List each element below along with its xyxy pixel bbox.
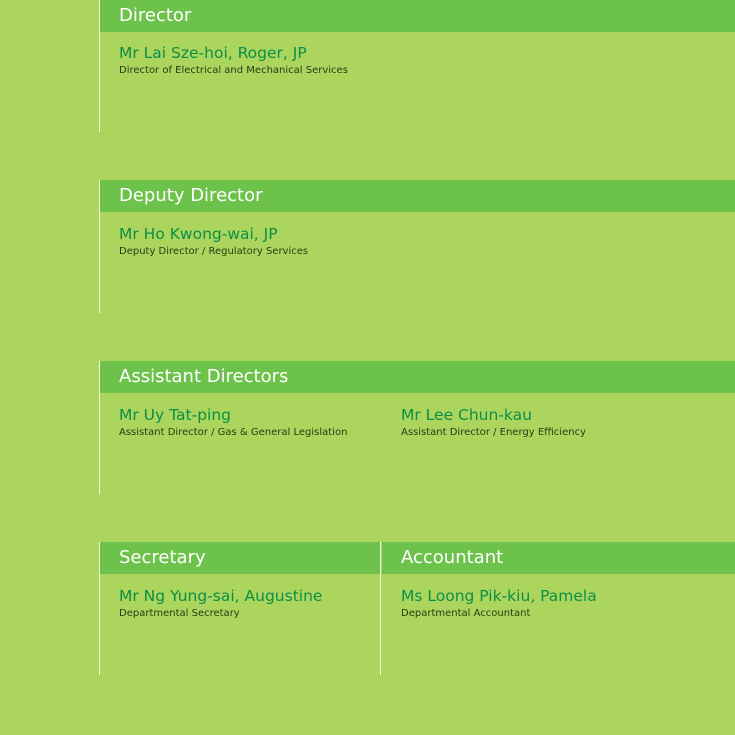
deputy-director-name: Mr Ho Kwong-wai, JP — [119, 225, 278, 243]
assistant-director-person-1: Mr Uy Tat-ping Assistant Director / Gas … — [119, 405, 347, 440]
accountant-role: Departmental Accountant — [401, 608, 531, 619]
assistant-director-name-1: Mr Uy Tat-ping — [119, 406, 231, 424]
deputy-director-section: Deputy Director Mr Ho Kwong-wai, JP Depu… — [0, 180, 735, 315]
assistant-director-role-1: Assistant Director / Gas & General Legis… — [119, 427, 348, 438]
deputy-director-divider-line — [99, 180, 100, 313]
accountant-heading: Accountant — [401, 547, 504, 568]
secretary-role: Departmental Secretary — [119, 608, 240, 619]
director-name: Mr Lai Sze-hoi, Roger, JP — [119, 44, 307, 62]
secretary-heading: Secretary — [119, 547, 206, 568]
director-header-bar: Director — [100, 0, 735, 32]
assistant-directors-divider-line — [99, 361, 100, 494]
deputy-director-role: Deputy Director / Regulatory Services — [119, 246, 309, 257]
deputy-director-heading: Deputy Director — [119, 185, 263, 206]
secretary-person: Mr Ng Yung-sai, Augustine Departmental S… — [119, 586, 322, 621]
director-person: Mr Lai Sze-hoi, Roger, JP Director of El… — [119, 43, 348, 78]
assistant-directors-header-bar: Assistant Directors — [100, 361, 735, 393]
director-heading: Director — [119, 5, 192, 26]
assistant-director-role-2: Assistant Director / Energy Efficiency — [401, 427, 586, 438]
assistant-directors-section: Assistant Directors Mr Uy Tat-ping Assis… — [0, 361, 735, 496]
deputy-director-person: Mr Ho Kwong-wai, JP Deputy Director / Re… — [119, 224, 308, 259]
secretary-header-bar: Secretary — [100, 542, 380, 574]
secretary-accountant-section: Secretary Accountant Mr Ng Yung-sai, Aug… — [0, 542, 735, 677]
director-divider-line — [99, 0, 100, 132]
assistant-director-person-2: Mr Lee Chun-kau Assistant Director / Ene… — [401, 405, 586, 440]
secretary-name: Mr Ng Yung-sai, Augustine — [119, 587, 323, 605]
accountant-header-bar: Accountant — [382, 542, 735, 574]
accountant-name: Ms Loong Pik-kiu, Pamela — [401, 587, 597, 605]
director-section: Director Mr Lai Sze-hoi, Roger, JP Direc… — [0, 0, 735, 135]
assistant-director-name-2: Mr Lee Chun-kau — [401, 406, 532, 424]
assistant-directors-heading: Assistant Directors — [119, 366, 289, 387]
director-role: Director of Electrical and Mechanical Se… — [119, 65, 348, 76]
secretary-divider-line — [99, 542, 100, 675]
accountant-divider-line — [380, 542, 381, 675]
deputy-director-header-bar: Deputy Director — [100, 180, 735, 212]
accountant-person: Ms Loong Pik-kiu, Pamela Departmental Ac… — [401, 586, 597, 621]
